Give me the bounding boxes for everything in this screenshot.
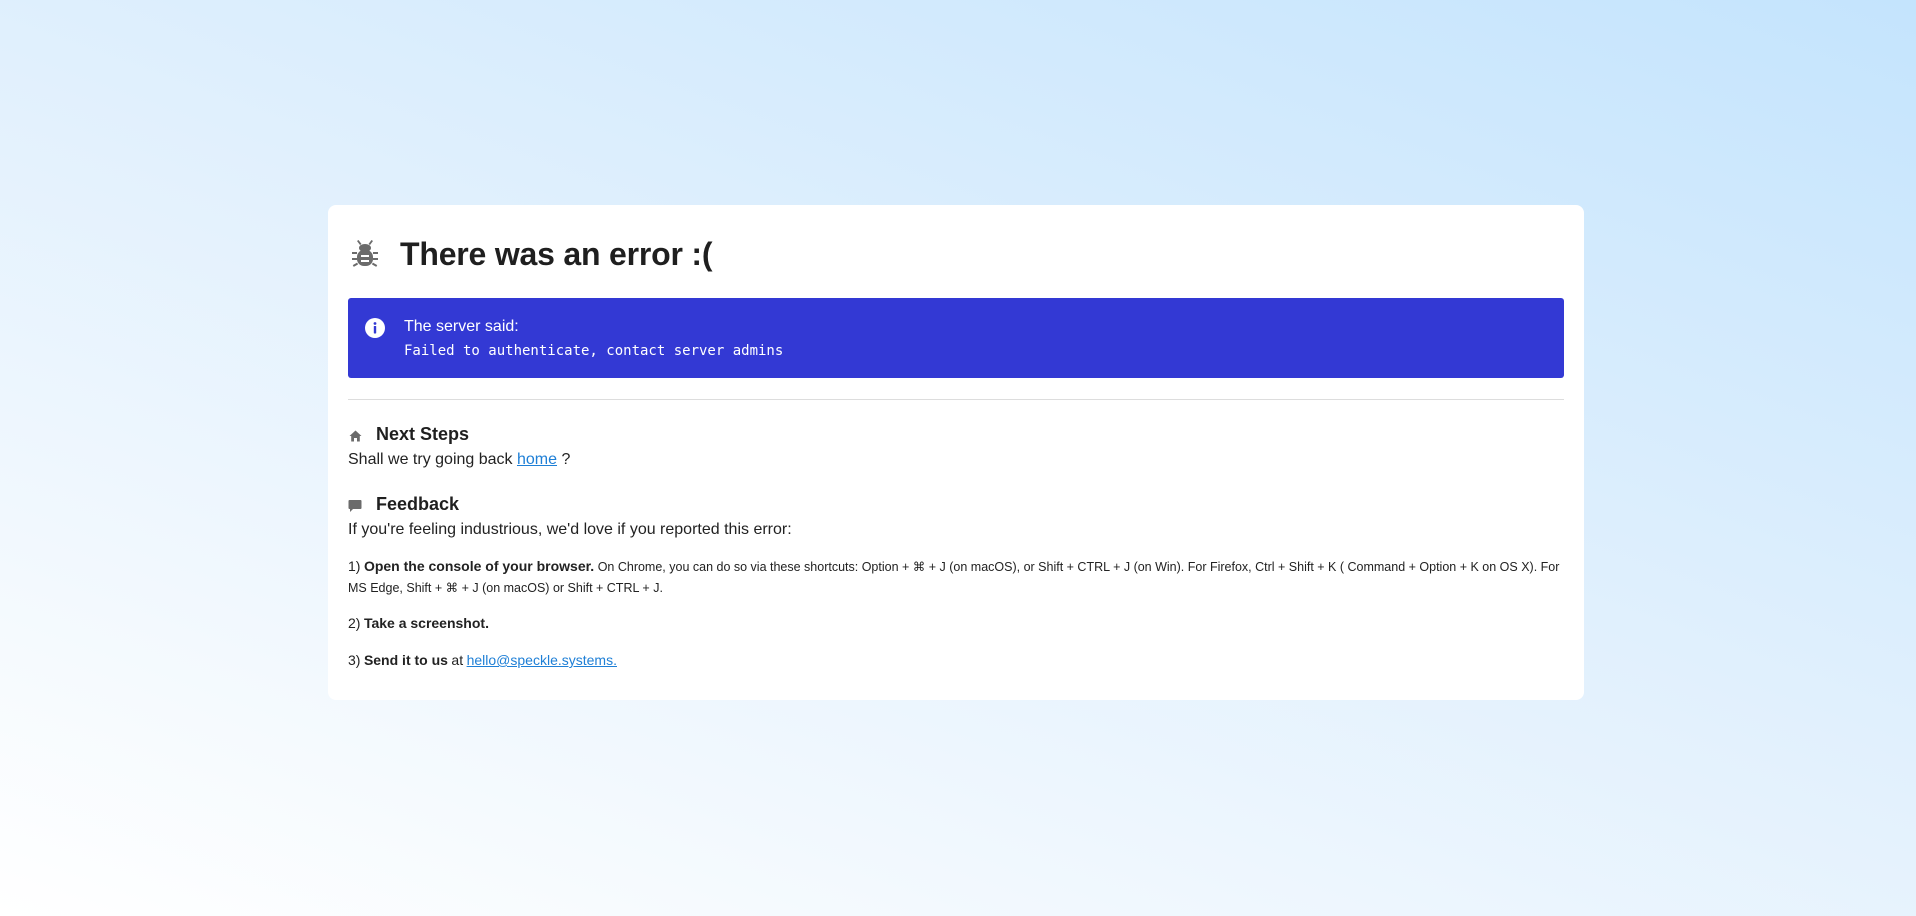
info-icon (364, 317, 386, 339)
home-link[interactable]: home (517, 451, 557, 468)
alert-text: The server said: Failed to authenticate,… (404, 316, 783, 364)
comment-icon (348, 499, 362, 513)
next-steps-text-before: Shall we try going back (348, 451, 513, 468)
error-header: There was an error :( (350, 229, 1564, 279)
server-alert: The server said: Failed to authenticate,… (348, 298, 1564, 378)
step-number: 2) (348, 615, 361, 631)
step-at: at (451, 652, 464, 668)
next-steps-text-after: ? (561, 451, 571, 468)
step-title: Open the console of your browser. (363, 558, 595, 574)
feedback-title: Feedback (376, 493, 460, 514)
feedback-step-3: 3) Send it to us at hello@speckle.system… (348, 650, 1564, 672)
feedback-header: Feedback (348, 492, 1564, 516)
bug-icon (350, 239, 380, 269)
next-steps-header: Next Steps (348, 422, 1564, 446)
email-link[interactable]: hello@speckle.systems. (467, 652, 617, 668)
step-number: 3) (348, 652, 361, 668)
home-icon (348, 429, 362, 443)
feedback-step-1: 1) Open the console of your browser. On … (348, 556, 1564, 599)
feedback-intro: If you're feeling industrious, we'd love… (348, 521, 792, 538)
divider (348, 399, 1564, 400)
step-number: 1) (348, 558, 361, 574)
alert-message: Failed to authenticate, contact server a… (404, 343, 784, 359)
page-title: There was an error :( (400, 235, 713, 272)
error-card: There was an error :( The server said: F… (328, 205, 1584, 700)
alert-label: The server said: (404, 318, 519, 335)
feedback-step-2: 2) Take a screenshot. (348, 613, 1564, 635)
next-steps-text: Shall we try going back home ? (348, 449, 1564, 471)
step-title: Take a screenshot. (363, 615, 489, 631)
step-title: Send it to us (363, 652, 448, 668)
next-steps-title: Next Steps (376, 423, 470, 444)
